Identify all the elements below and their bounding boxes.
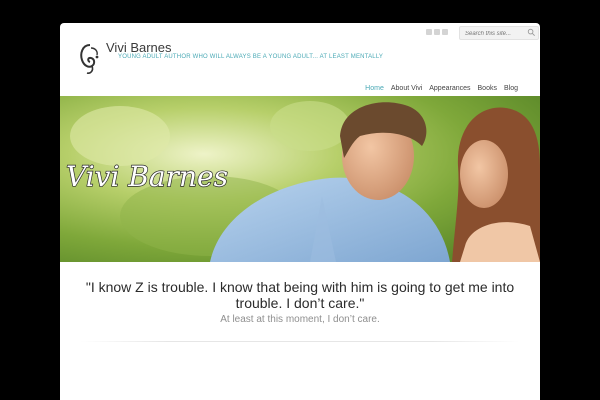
social-icons [426,29,448,35]
quote-section: "I know Z is trouble. I know that being … [60,279,540,325]
search-icon[interactable] [527,28,536,37]
main-nav: Home About Vivi Appearances Books Blog [365,85,518,92]
hero-script-title: Vivi Barnes [66,160,228,193]
page-container: Vivi Barnes YOUNG ADULT AUTHOR WHO WILL … [60,23,540,400]
site-title[interactable]: Vivi Barnes [106,40,172,55]
twitter-icon[interactable] [426,29,432,35]
nav-item-home[interactable]: Home [365,85,384,92]
nav-item-books[interactable]: Books [478,85,497,92]
logo-icon[interactable] [78,42,102,76]
search-input[interactable] [460,27,525,39]
hero-banner: Vivi Barnes [60,96,540,262]
nav-item-about-vivi[interactable]: About Vivi [391,85,422,92]
nav-item-blog[interactable]: Blog [504,85,518,92]
nav-item-appearances[interactable]: Appearances [429,85,470,92]
facebook-icon[interactable] [442,29,448,35]
search-box [459,26,539,40]
divider [80,341,520,342]
site-tagline: YOUNG ADULT AUTHOR WHO WILL ALWAYS BE A … [118,54,384,60]
rss-icon[interactable] [434,29,440,35]
book-quote-sub: At least at this moment, I don’t care. [220,314,380,325]
book-quote: "I know Z is trouble. I know that being … [85,279,515,311]
